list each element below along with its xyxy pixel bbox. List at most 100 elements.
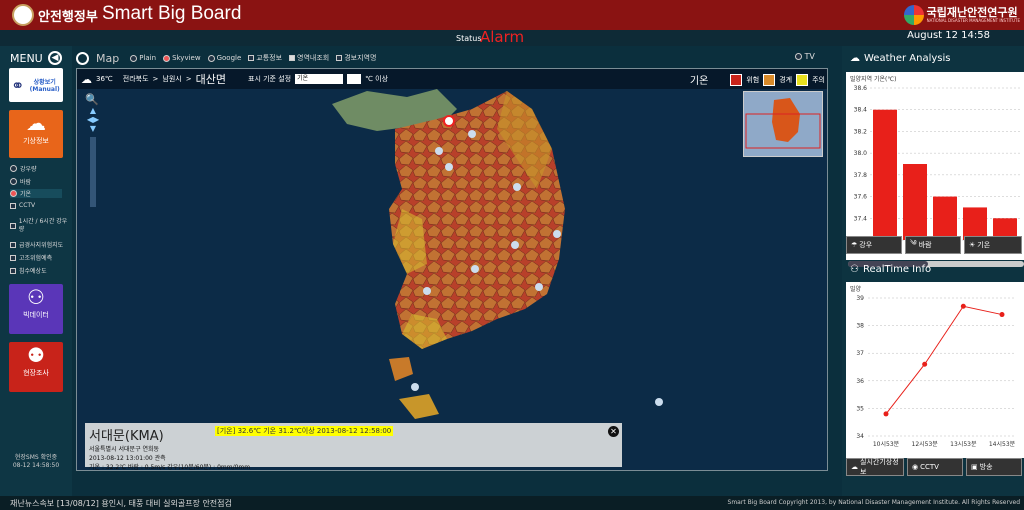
tab-temperature[interactable]: ☀ 기온 — [964, 236, 1022, 254]
checkbox-rain-hours[interactable] — [10, 223, 16, 229]
datetime: August 12 14:58 — [907, 30, 990, 41]
radio-plain[interactable] — [130, 54, 138, 62]
checkbox-slope-map[interactable] — [10, 241, 16, 248]
korea-heatmap[interactable] — [77, 69, 828, 471]
tab-wind[interactable]: ༄ 바람 — [905, 236, 961, 254]
institute-mark-icon — [903, 5, 924, 25]
map-nav-control[interactable]: 🔍 ▲ ◀▶ ▼ — [85, 93, 101, 223]
news-ticker[interactable]: 재난뉴스속보 [13/08/12] 용인시, 태풍 대비 실외골프장 안전점검 — [10, 498, 232, 509]
x-tick-label: 13시53분 — [950, 441, 977, 448]
close-icon[interactable]: ✕ — [608, 426, 619, 437]
tab-rainfall[interactable]: ☂ 강우 — [846, 236, 902, 254]
tab-broadcast[interactable]: ▣ 방송 — [966, 458, 1022, 476]
maptype-skyview[interactable]: Skyview — [163, 54, 201, 62]
legend-swatch-danger[interactable] — [730, 73, 743, 86]
y-tick-label: 36 — [856, 378, 864, 385]
selected-station-marker[interactable] — [443, 115, 455, 127]
zoom-slider[interactable] — [90, 137, 96, 207]
legend-swatch-alert[interactable] — [763, 73, 776, 86]
maptype-google[interactable]: Google — [207, 54, 241, 62]
breadcrumb-town[interactable]: 대산면 — [196, 71, 226, 87]
tab-label: 바람 — [918, 241, 932, 249]
station-marker[interactable] — [553, 230, 561, 238]
current-temp: 36℃ — [96, 75, 113, 83]
layer-area-search[interactable]: 영역내조회 — [289, 53, 329, 63]
option-tide-forecast[interactable]: 고조위험예측 — [10, 253, 52, 262]
checkbox-area-search[interactable] — [289, 55, 296, 61]
tile-big-data[interactable]: ⚇ 빅데이터 — [9, 284, 63, 334]
tv-toggle[interactable]: TV — [795, 52, 815, 61]
option-flood-map[interactable]: 침수예상도 — [10, 266, 47, 275]
breadcrumb-city[interactable]: 남원시 — [162, 74, 181, 84]
station-marker[interactable] — [435, 147, 443, 155]
maptype-label: Skyview — [172, 54, 201, 62]
checkbox-tide-forecast[interactable] — [10, 254, 16, 261]
layer-label: 교통정보 — [256, 54, 283, 62]
sms-status[interactable]: 현장SMS 확인중 08-12 14:58:50 — [4, 454, 68, 470]
checkbox-warning-names[interactable] — [336, 55, 343, 61]
alarm-label[interactable]: Alarm — [480, 28, 524, 46]
top-bar: 안전행정부 Smart Big Board 국립재난안전연구원 NATIONAL… — [0, 0, 1024, 30]
option-label: 급경사지위험지도 — [19, 242, 64, 249]
institute-logo: 국립재난안전연구원 NATIONAL DISASTER MANAGEMENT I… — [903, 2, 1020, 28]
x-tick-label: 14시53분 — [989, 441, 1016, 448]
station-marker[interactable] — [468, 130, 476, 138]
checkbox-cctv[interactable] — [10, 202, 16, 209]
overview-minimap[interactable] — [743, 91, 823, 157]
x-tick-label: 12시53분 — [912, 441, 939, 448]
station-marker[interactable] — [655, 398, 663, 406]
radio-tv[interactable] — [795, 53, 802, 60]
layer-warning-names[interactable]: 경보지역명 — [336, 53, 376, 63]
station-marker[interactable] — [423, 287, 431, 295]
option-wind[interactable]: 바람 — [10, 177, 31, 186]
tab-realtime-weather[interactable]: ☁ 실시간기상정보 — [846, 458, 904, 476]
option-rain-hours[interactable]: 1시간 / 6시간 강우량 — [10, 218, 70, 234]
y-tick-label: 38.2 — [854, 128, 868, 135]
breadcrumb-province[interactable]: 전라북도 — [123, 74, 149, 84]
zoom-select-icon[interactable]: 🔍 — [85, 93, 101, 106]
option-cctv[interactable]: CCTV — [10, 202, 35, 209]
sms-time: 08-12 14:58:50 — [12, 462, 60, 469]
tab-cctv[interactable]: ◉ CCTV — [907, 458, 963, 476]
y-tick-label: 38 — [856, 323, 864, 330]
layer-traffic[interactable]: 교통정보 — [248, 53, 282, 63]
legend-swatch-caution[interactable] — [796, 73, 809, 86]
map-view[interactable]: ☁ 36℃ 전라북도 > 남원시 > 대산면 표시 기준 설정 기온 ℃ 이상 … — [76, 68, 828, 471]
option-rainfall[interactable]: 강우량 — [10, 164, 37, 173]
tile-situation-view[interactable]: ⚭ 상황보기 (Manual) — [9, 68, 63, 102]
option-slope-map[interactable]: 급경사지위험지도 — [10, 240, 63, 249]
pan-arrows-icon[interactable]: ▲ ◀▶ ▼ — [85, 106, 101, 133]
option-temperature[interactable]: 기온 — [10, 189, 62, 198]
station-marker[interactable] — [445, 163, 453, 171]
checkbox-traffic[interactable] — [248, 55, 255, 61]
radio-wind[interactable] — [10, 178, 17, 185]
threshold-input[interactable] — [347, 74, 362, 84]
threshold-label: 표시 기준 설정 — [248, 75, 292, 83]
checkbox-flood-map[interactable] — [10, 267, 16, 274]
tile-field-survey[interactable]: ⚉ 현장조사 — [9, 342, 63, 392]
station-marker[interactable] — [411, 383, 419, 391]
copyright: Smart Big Board Copyright 2013, by Natio… — [727, 499, 1020, 506]
institute-name: 국립재난안전연구원 — [926, 6, 1018, 19]
status-bar: Status Alarm August 12 14:58 — [0, 28, 1024, 46]
weather-analysis-header: ☁ Weather Analysis — [850, 53, 950, 64]
threshold-select[interactable]: 기온 — [295, 74, 344, 84]
government-seal-icon — [12, 4, 34, 26]
station-marker[interactable] — [535, 283, 543, 291]
maptype-plain[interactable]: Plain — [130, 54, 156, 62]
radio-rainfall[interactable] — [10, 165, 17, 172]
station-marker[interactable] — [513, 183, 521, 191]
radio-skyview[interactable] — [163, 54, 171, 62]
radio-temperature[interactable] — [10, 190, 17, 197]
legend-label: 경계 — [779, 75, 793, 84]
data-point — [883, 411, 889, 417]
station-marker[interactable] — [471, 265, 479, 273]
back-arrow-icon[interactable]: ◀ — [48, 51, 62, 65]
station-marker[interactable] — [511, 241, 519, 249]
option-label: 바람 — [20, 179, 32, 186]
y-tick-label: 37 — [856, 350, 864, 357]
tile-weather-info[interactable]: ☁ 기상정보 — [9, 110, 63, 158]
temperature-bar-chart: 밀양지역 기온(℃)37.237.437.637.838.038.238.438… — [846, 72, 1024, 260]
radio-google[interactable] — [207, 54, 215, 62]
station-info-box: 서대문(KMA) [기온] 32.6℃ 기온 31.2℃이상 2013-08-1… — [85, 423, 622, 470]
